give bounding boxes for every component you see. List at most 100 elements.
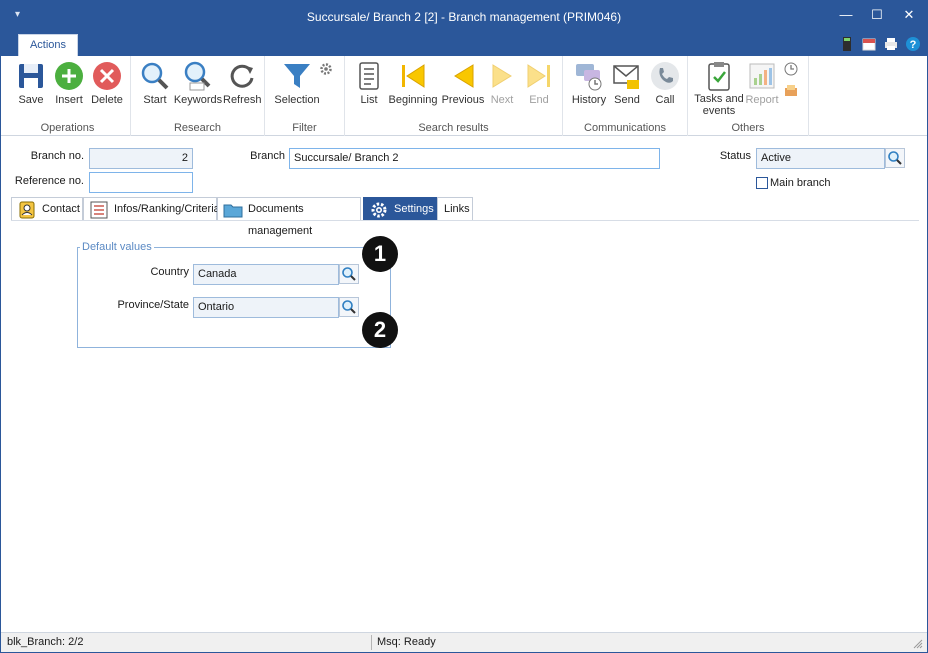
list-icon [359,62,379,90]
province-state-field[interactable]: Ontario [193,297,339,318]
block-status: blk_Branch: 2/2 [7,636,84,648]
close-button[interactable]: ✕ [894,5,924,27]
reference-no-label: Reference no. [14,175,84,187]
history-icon [576,64,602,91]
search-icon [342,267,356,281]
previous-button[interactable]: Previous [441,60,485,106]
group-label-communications: Communications [584,122,666,134]
tab-documents-management[interactable]: Documents management [217,197,361,237]
ribbon-tab-strip: Actions ? [1,32,927,56]
group-filter: Selection Filter [265,56,345,136]
report-chart-icon [749,63,775,89]
schedule-clock-icon[interactable] [783,61,799,77]
status-bar: blk_Branch: 2/2 Msq: Ready [1,632,927,652]
reference-no-field[interactable] [89,172,193,193]
last-record-icon [527,64,550,88]
gear-icon [371,202,387,218]
start-button[interactable]: Start [137,60,173,106]
list-icon [90,201,108,219]
country-label: Country [150,266,189,278]
resize-grip-icon[interactable] [913,639,923,649]
inbox-tray-icon[interactable] [783,82,799,98]
maximize-button[interactable]: ☐ [862,5,892,27]
group-others: Tasks and events Report Others [688,56,809,136]
report-button[interactable]: Report [744,60,780,106]
previous-record-icon [454,64,474,88]
window-title: Succursale/ Branch 2 [2] - Branch manage… [306,10,622,24]
list-button[interactable]: List [353,60,385,106]
beginning-button[interactable]: Beginning [387,60,439,106]
group-label-search-results: Search results [418,122,489,134]
minimize-button[interactable]: — [831,5,861,27]
group-label-others: Others [731,122,765,134]
group-label-research: Research [173,122,222,134]
search-icon [141,62,169,90]
province-state-label: Province/State [117,299,189,311]
branch-no-field[interactable]: 2 [89,148,193,169]
tasks-and-events-button[interactable]: Tasks and events [692,60,746,117]
status-separator [371,635,372,650]
first-record-icon [402,64,425,88]
tab-contact[interactable]: Contact [11,197,83,221]
end-button[interactable]: End [523,60,555,106]
delete-button[interactable]: Delete [89,60,125,106]
next-record-icon [492,64,512,88]
filter-settings-gear-icon[interactable] [319,62,333,76]
phone-icon [651,62,679,90]
refresh-icon [230,64,254,88]
keywords-button[interactable]: Keywords [173,60,223,106]
tab-links[interactable]: Links [437,197,473,221]
send-button[interactable]: Send [609,60,645,106]
group-search-results: List Beginning Previous Next End Search … [345,56,563,136]
branch-label: Branch [250,150,285,162]
message-status: Msq: Ready [377,636,436,648]
main-branch-label: Main branch [770,177,831,189]
call-button[interactable]: Call [647,60,683,106]
svg-text:?: ? [910,39,917,51]
help-icon[interactable]: ? [905,36,921,52]
tab-infos-ranking-criteria[interactable]: Infos/Ranking/Criteria [83,197,220,221]
group-research: Start Keywords Refresh Research [131,56,265,136]
country-lookup-button[interactable] [339,264,359,284]
save-icon [19,64,43,88]
group-label-operations: Operations [40,122,95,134]
title-bar: ▾ Succursale/ Branch 2 [2] - Branch mana… [1,1,927,32]
calculator-icon[interactable] [839,36,855,52]
callout-marker-2: 2 [362,312,398,348]
contact-book-icon [19,201,35,219]
add-icon [55,62,83,90]
status-field[interactable]: Active [756,148,885,169]
print-icon[interactable] [883,36,899,52]
refresh-button[interactable]: Refresh [223,60,262,106]
group-operations: Save Insert Delete Operations [5,56,131,136]
search-icon [342,300,356,314]
status-lookup-button[interactable] [885,148,905,168]
branch-name-field[interactable]: Succursale/ Branch 2 [289,148,660,169]
quick-icons: ? [839,36,921,52]
send-mail-icon [613,65,639,89]
history-button[interactable]: History [569,60,609,106]
group-label-filter: Filter [292,122,317,134]
tab-divider [11,220,919,221]
country-field[interactable]: Canada [193,264,339,285]
tab-actions[interactable]: Actions [18,34,78,56]
search-icon [888,151,902,165]
insert-button[interactable]: Insert [51,60,87,106]
keyword-search-icon [184,61,211,91]
branch-no-label: Branch no. [30,150,84,162]
calendar-icon[interactable] [861,36,877,52]
group-communications: History Send Call Communications [563,56,688,136]
status-label: Status [719,150,751,162]
next-button[interactable]: Next [487,60,517,106]
selection-button[interactable]: Selection [269,60,325,106]
default-values-legend: Default values [80,241,154,253]
callout-marker-1: 1 [362,236,398,272]
app-window: ▾ Succursale/ Branch 2 [2] - Branch mana… [0,0,928,653]
save-button[interactable]: Save [13,60,49,106]
main-branch-checkbox[interactable] [756,177,768,189]
tasks-clipboard-icon [708,62,730,91]
province-state-lookup-button[interactable] [339,297,359,317]
filter-icon [284,64,310,88]
tab-settings[interactable]: Settings [363,197,437,221]
ribbon: Save Insert Delete Operations Start Keyw… [1,56,927,136]
